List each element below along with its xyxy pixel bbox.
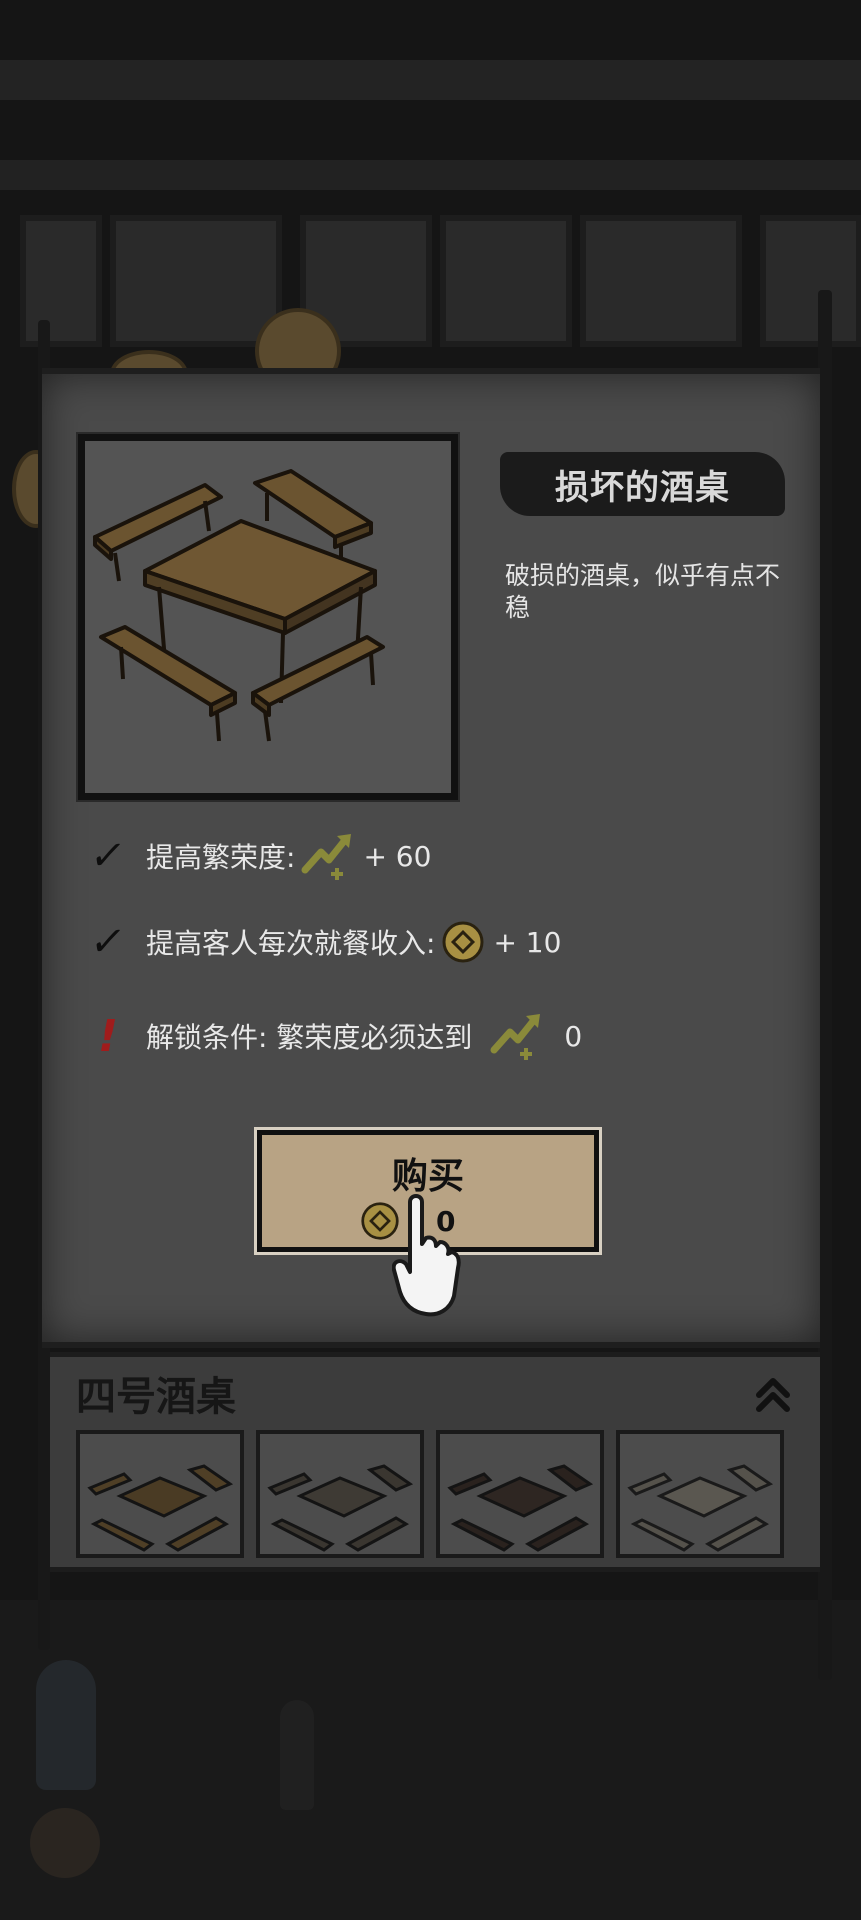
table-variant-4-icon: [627, 1464, 774, 1552]
npc-figure: [280, 1700, 314, 1810]
unlock-label: 解锁条件: 繁荣度必须达到: [146, 1021, 473, 1054]
wooden-table-with-benches-icon: [93, 469, 385, 742]
table-variant-3-icon: [447, 1464, 594, 1552]
prosperity-arrow-icon: [490, 1010, 544, 1062]
table-thumbnail[interactable]: [76, 1430, 244, 1558]
effect-value: + 10: [493, 925, 562, 959]
prosperity-arrow-icon: [301, 830, 355, 882]
table-thumbnail[interactable]: [436, 1430, 604, 1558]
item-image-frame: [78, 434, 458, 800]
menu-scroll-icon[interactable]: [30, 1808, 100, 1878]
window-pane: [20, 215, 102, 347]
table-variant-2-icon: [267, 1464, 414, 1552]
floor: [0, 1600, 861, 1920]
effect-value: + 60: [363, 839, 432, 873]
item-title-banner: 损坏的酒桌: [500, 452, 785, 516]
table-thumbnail[interactable]: [256, 1430, 424, 1558]
double-chevron-up-icon[interactable]: [748, 1370, 798, 1420]
effect-label: 提高客人每次就餐收入:: [146, 927, 436, 960]
table-selector-title: 四号酒桌: [76, 1373, 236, 1420]
window-pane: [440, 215, 572, 347]
roof-beam: [0, 160, 861, 190]
tutorial-hand-icon: [392, 1194, 461, 1317]
unlock-condition-row: ! 解锁条件: 繁荣度必须达到 0: [84, 1008, 582, 1064]
npc-figure: [36, 1660, 96, 1790]
table-thumbnail[interactable]: [616, 1430, 784, 1558]
effect-row-income: ✓ 提高客人每次就餐收入: + 10: [84, 914, 561, 970]
item-description: 破损的酒桌，似乎有点不稳: [505, 561, 781, 622]
item-title: 损坏的酒桌: [555, 467, 730, 508]
table-variant-1-icon: [87, 1464, 234, 1552]
window-pane: [760, 215, 861, 347]
window-pane: [110, 215, 282, 347]
window-pane: [580, 215, 742, 347]
coin-icon: [441, 920, 485, 964]
checkmark-icon: ✓: [87, 833, 129, 879]
effect-label: 提高繁荣度:: [146, 841, 296, 874]
effect-row-prosperity: ✓ 提高繁荣度: + 60: [84, 828, 431, 884]
warning-icon: !: [97, 1010, 119, 1062]
unlock-value: 0: [564, 1019, 583, 1053]
scroll-rod: [818, 290, 832, 1680]
checkmark-icon: ✓: [87, 919, 129, 965]
roof-beam: [0, 60, 861, 100]
